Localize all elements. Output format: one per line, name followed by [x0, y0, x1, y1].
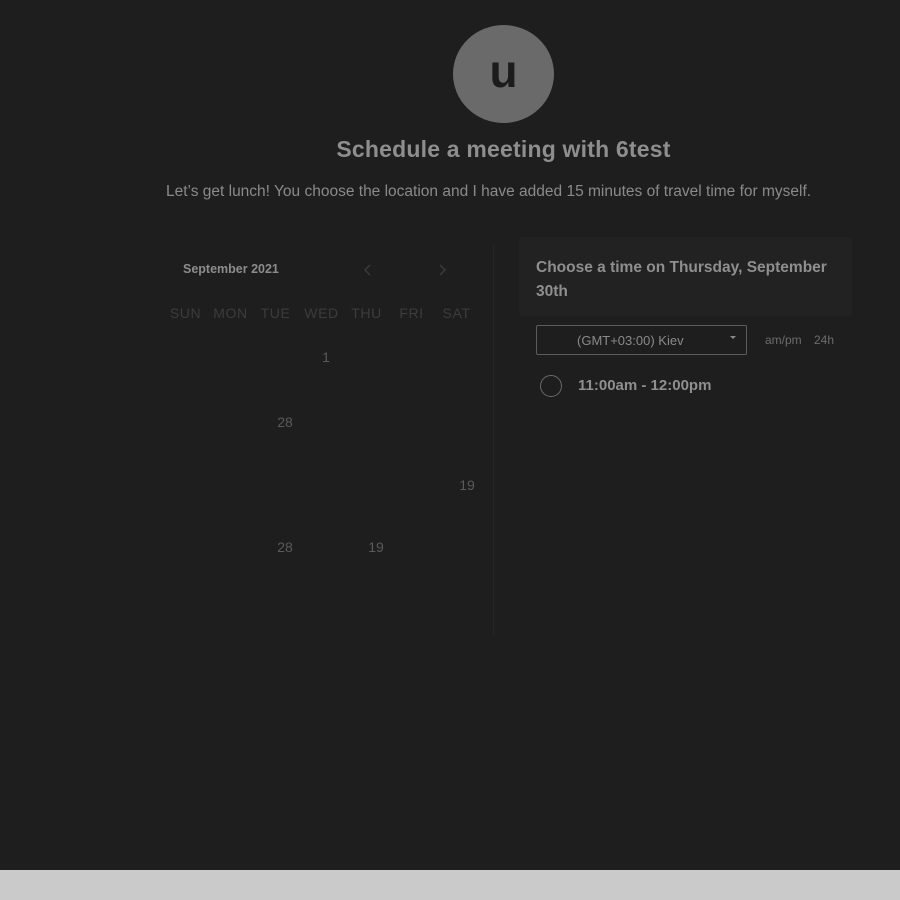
weekday-label: SAT [442, 305, 471, 321]
chevron-left-icon[interactable] [360, 262, 376, 278]
caret-down-icon [730, 336, 736, 339]
calendar-day[interactable]: 28 [265, 414, 305, 436]
time-slot-label: 11:00am - 12:00pm [578, 377, 712, 394]
format-ampm-toggle[interactable]: am/pm [765, 333, 802, 347]
calendar: September 2021 SUN MON TUE WED THU FRI S… [163, 245, 494, 635]
calendar-day[interactable]: 1 [306, 349, 346, 371]
meeting-description: Let’s get lunch! You choose the location… [166, 183, 812, 200]
time-slot[interactable]: 11:00am - 12:00pm [540, 374, 800, 400]
time-panel-header: Choose a time on Thursday, September 30t… [519, 237, 852, 316]
weekday-label: SUN [169, 305, 202, 321]
calendar-day[interactable]: 19 [447, 477, 487, 499]
footer-bar [0, 870, 900, 900]
page-title: Schedule a meeting with 6test [336, 136, 671, 162]
timezone-value: (GMT+03:00) Kiev [577, 333, 684, 348]
weekday-label: THU [351, 305, 382, 321]
calendar-day[interactable]: 28 [265, 539, 305, 561]
avatar: u [453, 25, 554, 123]
weekday-header-row: SUN MON TUE WED THU FRI SAT [163, 305, 483, 323]
radio-circle-icon[interactable] [540, 375, 562, 397]
page: u Schedule a meeting with 6test Let’s ge… [0, 0, 900, 870]
weekday-label: MON [213, 305, 248, 321]
weekday-label: TUE [260, 305, 291, 321]
format-24h-toggle[interactable]: 24h [814, 333, 834, 347]
weekday-label: FRI [399, 305, 424, 321]
calendar-day[interactable]: 19 [356, 539, 396, 561]
avatar-letter: u [489, 45, 518, 97]
chevron-right-icon[interactable] [434, 262, 450, 278]
weekday-label: WED [304, 305, 339, 321]
timezone-select[interactable]: (GMT+03:00) Kiev [536, 325, 747, 355]
calendar-month-label: September 2021 [183, 262, 279, 276]
selected-date-title: Choose a time on Thursday, September 30t… [536, 259, 827, 300]
